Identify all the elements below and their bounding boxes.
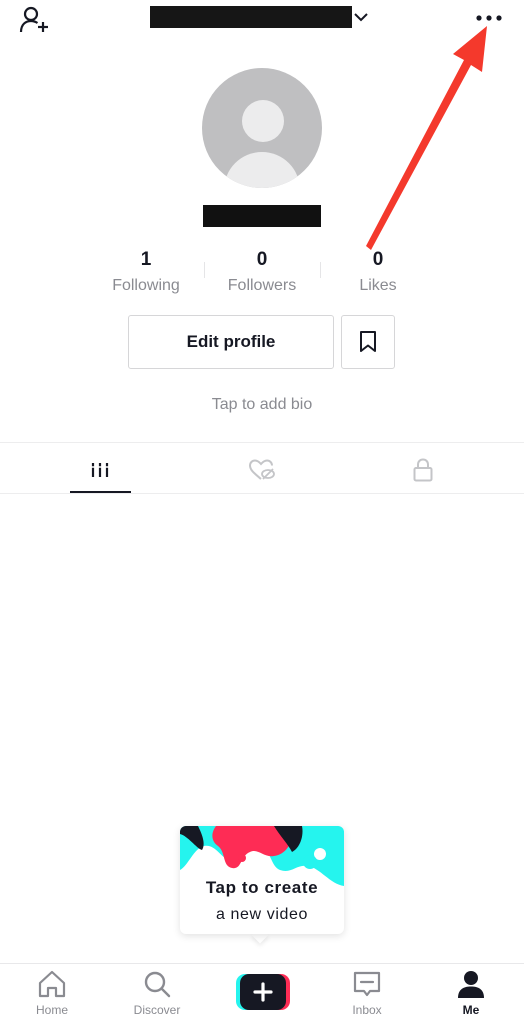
add-user-icon bbox=[19, 6, 48, 33]
create-prompt-subtitle: a new video bbox=[216, 906, 308, 923]
home-icon bbox=[38, 970, 66, 998]
tab-private[interactable] bbox=[393, 450, 453, 490]
nav-me-label: Me bbox=[462, 1003, 480, 1017]
account-switch-button[interactable] bbox=[352, 8, 370, 26]
stat-likes-value: 0 bbox=[372, 249, 384, 270]
avatar-placeholder-head bbox=[242, 100, 284, 142]
inbox-icon bbox=[353, 971, 381, 997]
username-redacted[interactable] bbox=[150, 6, 352, 28]
avatar-placeholder-body bbox=[224, 152, 300, 188]
plus-icon bbox=[240, 974, 286, 1010]
nav-discover[interactable]: Discover bbox=[122, 968, 192, 1022]
divider bbox=[0, 963, 524, 964]
stat-followers-label: Followers bbox=[227, 277, 297, 294]
videos-grid-icon bbox=[91, 463, 109, 477]
favorites-button[interactable] bbox=[341, 315, 395, 369]
nav-home[interactable]: Home bbox=[17, 968, 87, 1022]
stat-following[interactable]: 1 Following bbox=[91, 248, 201, 296]
tab-liked[interactable] bbox=[232, 450, 292, 490]
stat-following-value: 1 bbox=[140, 249, 152, 270]
nav-discover-label: Discover bbox=[133, 1003, 181, 1017]
stat-divider bbox=[320, 262, 321, 278]
nav-inbox[interactable]: Inbox bbox=[332, 968, 402, 1022]
divider bbox=[0, 493, 524, 494]
stat-likes[interactable]: 0 Likes bbox=[323, 248, 433, 296]
nav-inbox-label: Inbox bbox=[352, 1003, 382, 1017]
edit-profile-button[interactable]: Edit profile bbox=[128, 315, 334, 369]
stat-followers[interactable]: 0 Followers bbox=[207, 248, 317, 296]
create-prompt-title: Tap to create bbox=[205, 878, 319, 897]
bio-placeholder[interactable]: Tap to add bio bbox=[0, 396, 524, 414]
liked-hidden-icon bbox=[248, 459, 275, 480]
bookmark-icon bbox=[360, 331, 376, 352]
profile-icon bbox=[458, 971, 484, 998]
avatar[interactable] bbox=[202, 68, 322, 188]
stat-likes-label: Likes bbox=[359, 277, 397, 294]
lock-icon bbox=[413, 458, 433, 482]
add-friends-button[interactable] bbox=[18, 4, 52, 36]
nav-me[interactable]: Me bbox=[436, 968, 506, 1022]
more-options-button[interactable] bbox=[470, 8, 510, 28]
create-video-button[interactable] bbox=[236, 974, 290, 1010]
stat-divider bbox=[204, 262, 205, 278]
create-prompt-card[interactable]: Tap to create a new video bbox=[180, 826, 344, 934]
search-icon bbox=[144, 971, 171, 998]
more-horizontal-icon bbox=[476, 15, 502, 21]
handle-redacted bbox=[203, 205, 321, 227]
tab-videos[interactable] bbox=[70, 450, 130, 490]
divider bbox=[0, 442, 524, 443]
stat-followers-value: 0 bbox=[256, 249, 268, 270]
nav-home-label: Home bbox=[35, 1003, 68, 1017]
stat-following-label: Following bbox=[112, 277, 180, 294]
chevron-down-icon bbox=[354, 13, 368, 22]
